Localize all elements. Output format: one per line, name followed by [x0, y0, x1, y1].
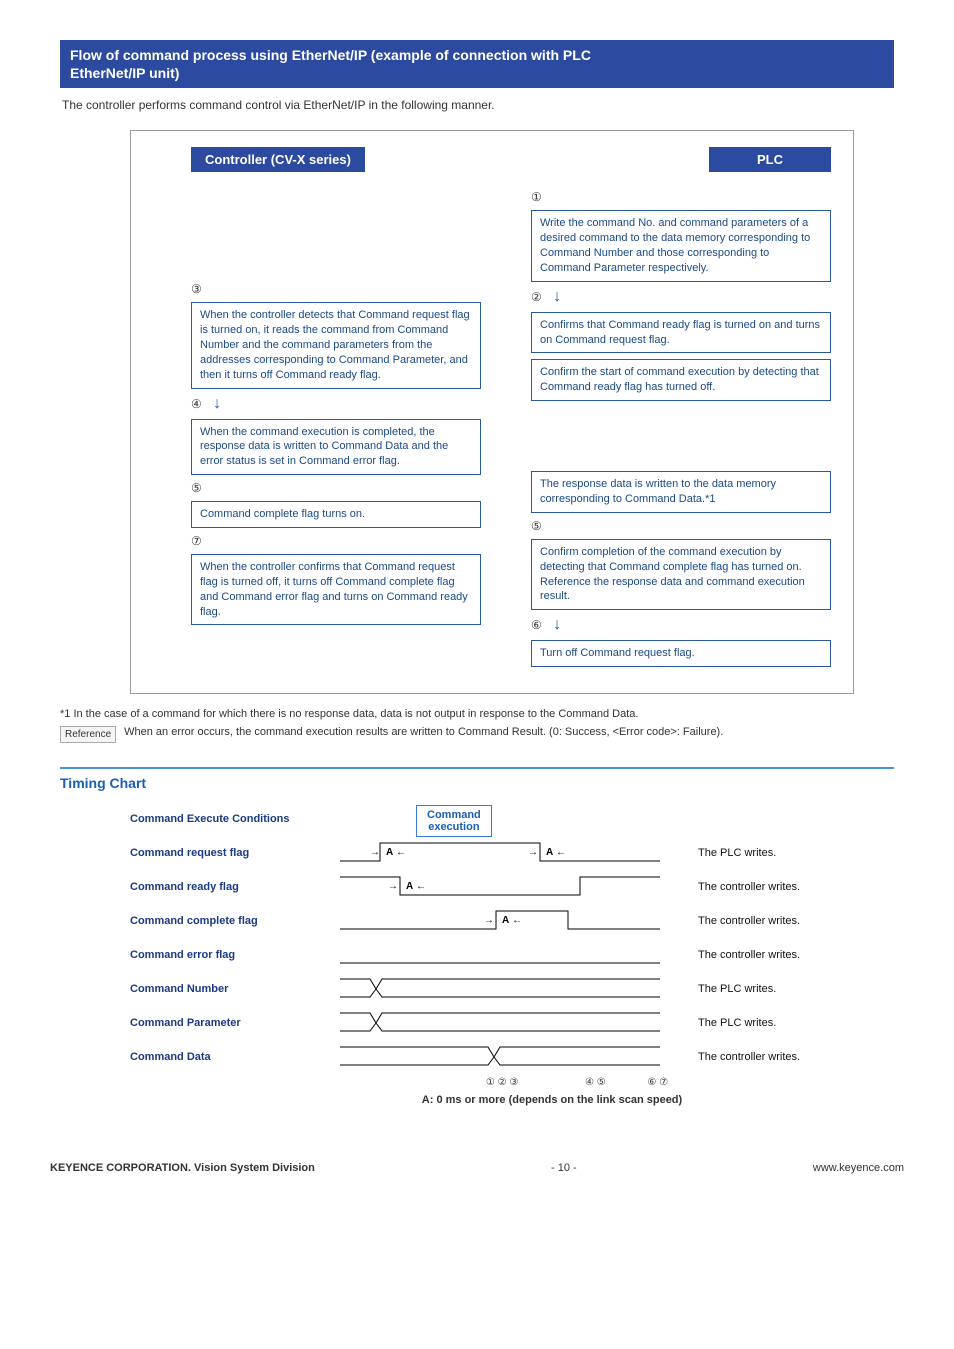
tc-label-ready: Command ready flag	[60, 881, 340, 893]
arrow-down-icon: ↓	[553, 288, 561, 306]
tc-label-data: Command Data	[60, 1051, 340, 1063]
tc-side-request: The PLC writes.	[660, 847, 776, 859]
timing-caption: A: 0 ms or more (depends on the link sca…	[210, 1094, 894, 1106]
step4-num: ④	[191, 397, 202, 411]
footer-right: www.keyence.com	[813, 1162, 904, 1174]
step2b-box: Confirm the start of command execution b…	[531, 359, 831, 401]
tc-chart-error	[340, 941, 660, 969]
section-header: Flow of command process using EtherNet/I…	[60, 40, 894, 88]
footer-center: - 10 -	[551, 1162, 577, 1174]
command-execution-box: Command execution	[416, 805, 492, 837]
step6-box: Turn off Command request flag.	[531, 640, 831, 667]
step1-num: ①	[531, 190, 831, 204]
tc-label-complete: Command complete flag	[60, 915, 340, 927]
tc-side-data: The controller writes.	[660, 1051, 800, 1063]
tc-side-ready: The controller writes.	[660, 881, 800, 893]
reference-badge: Reference	[60, 726, 116, 743]
footnote: *1 In the case of a command for which th…	[60, 708, 894, 720]
tc-chart-data	[340, 1043, 660, 1071]
tc-label-parameter: Command Parameter	[60, 1017, 340, 1029]
svg-text:→: →	[528, 847, 538, 858]
tc-label-number: Command Number	[60, 983, 340, 995]
step5l-num: ⑤	[191, 481, 481, 495]
step3-box: When the controller detects that Command…	[191, 302, 481, 388]
svg-text:←: ←	[416, 881, 426, 892]
intro-text: The controller performs command control …	[62, 98, 894, 112]
tc-side-number: The PLC writes.	[660, 983, 776, 995]
step2-num: ②	[531, 290, 542, 304]
tc-chart-complete: → A←	[340, 907, 660, 935]
svg-text:A: A	[502, 915, 509, 926]
tc-label-request: Command request flag	[60, 847, 340, 859]
tc-side-complete: The controller writes.	[660, 915, 800, 927]
svg-text:A: A	[386, 847, 393, 858]
tc-label-conditions: Command Execute Conditions	[60, 813, 340, 825]
controller-label: Controller (CV-X series)	[191, 147, 365, 172]
tc-chart-number	[340, 975, 660, 1003]
tc-chart-ready: → A←	[340, 873, 660, 901]
footer-left: KEYENCE CORPORATION. Vision System Divis…	[50, 1162, 315, 1174]
tc-side-error: The controller writes.	[660, 949, 800, 961]
step4r-box: The response data is written to the data…	[531, 471, 831, 513]
tc-side-parameter: The PLC writes.	[660, 1017, 776, 1029]
step5r-box: Confirm completion of the command execut…	[531, 539, 831, 610]
reference-text: When an error occurs, the command execut…	[124, 726, 894, 738]
arrow-down-icon: ↓	[213, 395, 221, 413]
tc-chart-parameter	[340, 1009, 660, 1037]
step3-num: ③	[191, 282, 481, 296]
timing-chart-title: Timing Chart	[60, 775, 894, 791]
svg-text:→: →	[484, 915, 494, 926]
step7-num: ⑦	[191, 534, 481, 548]
svg-text:←: ←	[512, 915, 522, 926]
svg-text:←: ←	[556, 847, 566, 858]
tc-label-error: Command error flag	[60, 949, 340, 961]
step6-num: ⑥	[531, 618, 542, 632]
header-line1: Flow of command process using EtherNet/I…	[70, 47, 591, 63]
step4-box: When the command execution is completed,…	[191, 419, 481, 476]
header-line2: EtherNet/IP unit)	[70, 65, 179, 81]
step2-box: Confirms that Command ready flag is turn…	[531, 312, 831, 354]
step7-box: When the controller confirms that Comman…	[191, 554, 481, 625]
tc-chart-request: →A←→A←	[340, 839, 660, 867]
svg-text:→: →	[370, 847, 380, 858]
svg-text:A: A	[546, 847, 553, 858]
svg-text:→: →	[388, 881, 398, 892]
svg-text:A: A	[406, 881, 413, 892]
tc-chart-conditions: Command execution	[340, 805, 660, 833]
plc-label: PLC	[709, 147, 831, 172]
page-footer: KEYENCE CORPORATION. Vision System Divis…	[0, 1136, 954, 1204]
timing-markers: ① ② ③ ④ ⑤ ⑥ ⑦	[260, 1077, 894, 1088]
flow-diagram: Controller (CV-X series) PLC ① Write the…	[130, 130, 854, 694]
step5r-num: ⑤	[531, 519, 831, 533]
svg-text:←: ←	[396, 847, 406, 858]
step1-box: Write the command No. and command parame…	[531, 210, 831, 281]
section-divider	[60, 767, 894, 769]
step5l-box: Command complete flag turns on.	[191, 501, 481, 528]
arrow-down-icon: ↓	[553, 616, 561, 634]
